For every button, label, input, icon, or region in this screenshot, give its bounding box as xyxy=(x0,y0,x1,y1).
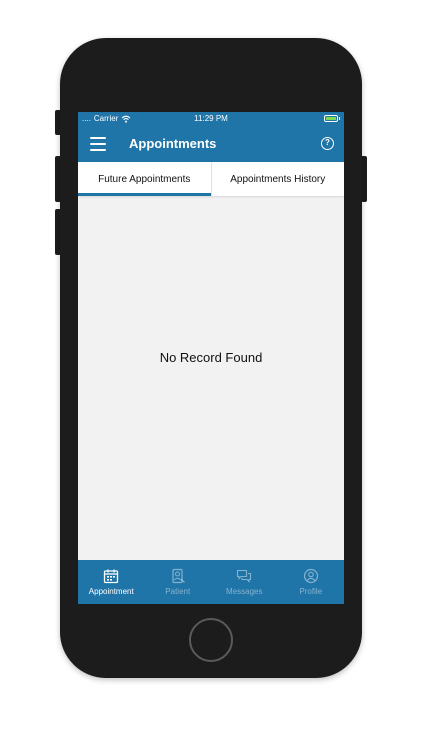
nav-item-messages[interactable]: Messages xyxy=(211,560,278,604)
app-bar: Appointments ? xyxy=(78,126,344,162)
page-title: Appointments xyxy=(129,136,217,151)
nav-label-profile: Profile xyxy=(299,587,323,596)
nav-item-patient[interactable]: Patient xyxy=(145,560,212,604)
status-bar: .... Carrier 11:29 PM xyxy=(78,112,344,126)
tab-appointments-history[interactable]: Appointments History xyxy=(210,162,345,196)
tab-future-appointments[interactable]: Future Appointments xyxy=(78,162,211,196)
empty-state-message: No Record Found xyxy=(159,350,263,365)
battery-icon xyxy=(324,115,340,122)
nav-item-appointment[interactable]: Appointment xyxy=(78,560,145,604)
nav-item-profile[interactable]: Profile xyxy=(278,560,345,604)
app-screen: .... Carrier 11:29 PM Appointments ? Fut… xyxy=(78,112,344,604)
hamburger-menu-icon[interactable] xyxy=(90,137,106,151)
nav-label-appointment: Appointment xyxy=(88,587,134,596)
profile-icon xyxy=(303,568,318,584)
battery-level xyxy=(326,117,336,120)
calendar-icon xyxy=(104,569,119,584)
bottom-navigation: Appointment Patient Messages Profile xyxy=(78,560,344,604)
patient-icon xyxy=(172,568,185,584)
status-time: 11:29 PM xyxy=(194,114,228,123)
help-icon[interactable]: ? xyxy=(321,137,334,150)
home-button xyxy=(189,618,233,662)
messages-icon xyxy=(237,569,252,583)
nav-label-messages: Messages xyxy=(226,587,263,596)
appointments-tabs: Future Appointments Appointments History xyxy=(78,162,344,196)
nav-label-patient: Patient xyxy=(165,587,191,596)
